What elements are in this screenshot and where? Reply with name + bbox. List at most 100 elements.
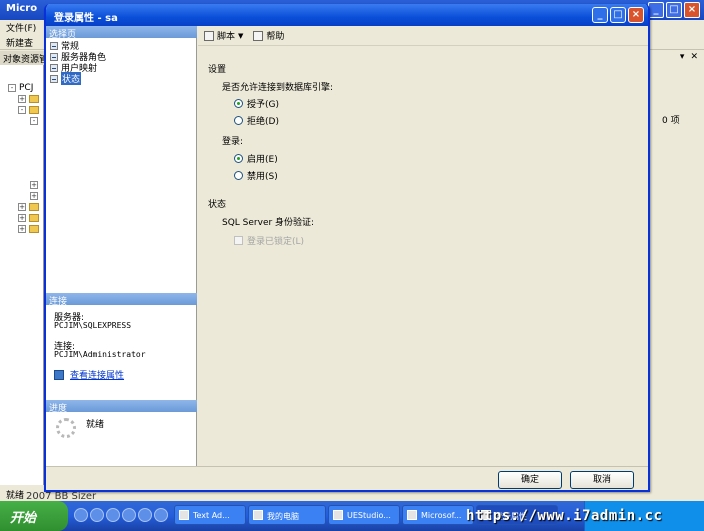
task-label: 我的电脑 [267,512,299,521]
expand-icon[interactable]: + [18,214,26,222]
right-pane: 脚本 ▼ 帮助 设置 是否允许连接到数据库引擎: 授予(G) 拒绝(D) 登录:… [198,26,648,466]
dialog-title-bar[interactable]: 登录属性 - sa _ □ × [46,4,648,26]
minimize-icon[interactable]: _ [592,7,608,23]
folder-icon [29,214,39,222]
expand-icon[interactable]: + [30,192,38,200]
task-label: UEStudio... [347,511,391,520]
quick-launch-app-icon[interactable] [154,508,168,522]
tree-node[interactable]: + [18,214,39,222]
radio-unchecked-icon[interactable] [234,116,243,125]
tree-root[interactable]: - PCJ [8,83,33,93]
settings-group-label: 设置 [208,65,227,75]
expand-icon[interactable]: + [30,181,38,189]
chevron-down-icon[interactable]: ▼ [238,32,243,40]
collapse-icon[interactable]: - [18,106,26,114]
background-window-title: Micro [6,3,38,14]
page-icon [50,63,58,72]
ok-button[interactable]: 确定 [498,471,562,489]
pin-icon[interactable]: ▾ [680,52,685,64]
collapse-icon[interactable]: - [30,117,38,125]
radio-unchecked-icon[interactable] [234,171,243,180]
collapse-icon[interactable]: - [8,84,16,92]
disabled-label: 禁用(S) [247,172,278,182]
link-label: 查看连接属性 [70,371,125,381]
folder-icon [29,225,39,233]
left-pane: 选择页 常规 服务器角色 用户映射 状态 连接 服务器: PCJIM\SQLEX… [46,26,197,466]
radio-checked-icon[interactable] [234,154,243,163]
task-label: Microsof... [421,511,462,520]
tree-node[interactable]: + [18,203,39,211]
app-icon [407,510,417,520]
help-label: 帮助 [266,32,285,42]
sql-auth-label: SQL Server 身份验证: [222,218,315,228]
app-icon [333,510,343,520]
script-button[interactable]: 脚本 ▼ [204,29,243,42]
tree-node[interactable]: + [18,95,39,103]
quick-launch-app-icon[interactable] [138,508,152,522]
task-microsoft[interactable]: Microsof... [402,505,474,525]
page-icon [50,41,58,50]
help-button[interactable]: 帮助 [253,29,284,42]
expand-icon[interactable]: + [18,95,26,103]
close-icon[interactable]: × [628,7,644,23]
close-icon[interactable]: ✕ [690,52,698,64]
tree-node[interactable]: + [30,181,38,189]
task-uestudio[interactable]: UEStudio... [328,505,400,525]
quick-launch-ie-icon[interactable] [74,508,88,522]
menu-file[interactable]: 文件(F) [6,24,36,34]
maximize-icon[interactable]: □ [610,7,626,23]
server-value: PCJIM\SQLEXPRESS [54,321,132,330]
page-label: 状态 [61,72,82,85]
folder-icon [29,106,39,114]
grant-radio[interactable]: 授予(G) [234,97,279,110]
radio-checked-icon[interactable] [234,99,243,108]
task-text-ad[interactable]: Text Ad... [174,505,246,525]
minimize-icon[interactable]: _ [648,2,664,18]
app-icon [179,510,189,520]
quick-launch-explorer-icon[interactable] [122,508,136,522]
page-item-status[interactable]: 状态 [50,72,82,85]
script-icon [204,30,214,41]
view-connection-properties-link[interactable]: 查看连接属性 [54,368,124,381]
task-label: Text Ad... [193,511,230,520]
quick-launch-media-icon[interactable] [90,508,104,522]
dialog-title: 登录属性 - sa [54,13,118,24]
expand-icon[interactable]: + [18,203,26,211]
summary-panel-header: ▾ ✕ [648,51,704,65]
connection-properties-icon [54,369,64,380]
select-page-header: 选择页 [46,26,197,40]
folder-icon [29,203,39,211]
login-locked-label: 登录已锁定(L) [247,237,305,247]
deny-radio[interactable]: 拒绝(D) [234,114,279,127]
help-icon [253,30,264,41]
start-button[interactable]: 开始 [0,501,68,531]
tree-node[interactable]: - [18,106,39,114]
new-query-button[interactable]: 新建查 [6,39,33,49]
maximize-icon[interactable]: □ [666,2,682,18]
task-my-computer[interactable]: 我的电脑 [248,505,326,525]
folder-icon [29,95,39,103]
grant-label: 授予(G) [247,100,279,110]
page-icon [50,52,58,61]
page-icon [50,74,58,83]
quick-launch-desktop-icon[interactable] [106,508,120,522]
enabled-radio[interactable]: 启用(E) [234,152,278,165]
progress-spinner-icon [56,418,76,438]
tree-root-label: PCJ [19,83,34,93]
tree-node[interactable]: - [30,117,38,125]
close-icon[interactable]: × [684,2,700,18]
expand-icon[interactable]: + [18,225,26,233]
tree-node[interactable]: + [18,225,39,233]
permission-question: 是否允许连接到数据库引擎: [222,83,334,93]
progress-header: 进度 [46,400,197,414]
login-properties-dialog: 登录属性 - sa _ □ × 选择页 常规 服务器角色 用户映射 状态 连接 … [44,4,650,492]
login-label: 登录: [222,137,244,147]
progress-status: 就绪 [86,420,105,430]
disabled-radio[interactable]: 禁用(S) [234,169,278,182]
enabled-label: 启用(E) [247,155,278,165]
cancel-button[interactable]: 取消 [570,471,634,489]
deny-label: 拒绝(D) [247,117,279,127]
connection-value: PCJIM\Administrator [54,350,146,359]
watermark: https://www.i7admin.cc [466,508,663,524]
tree-node[interactable]: + [30,192,38,200]
